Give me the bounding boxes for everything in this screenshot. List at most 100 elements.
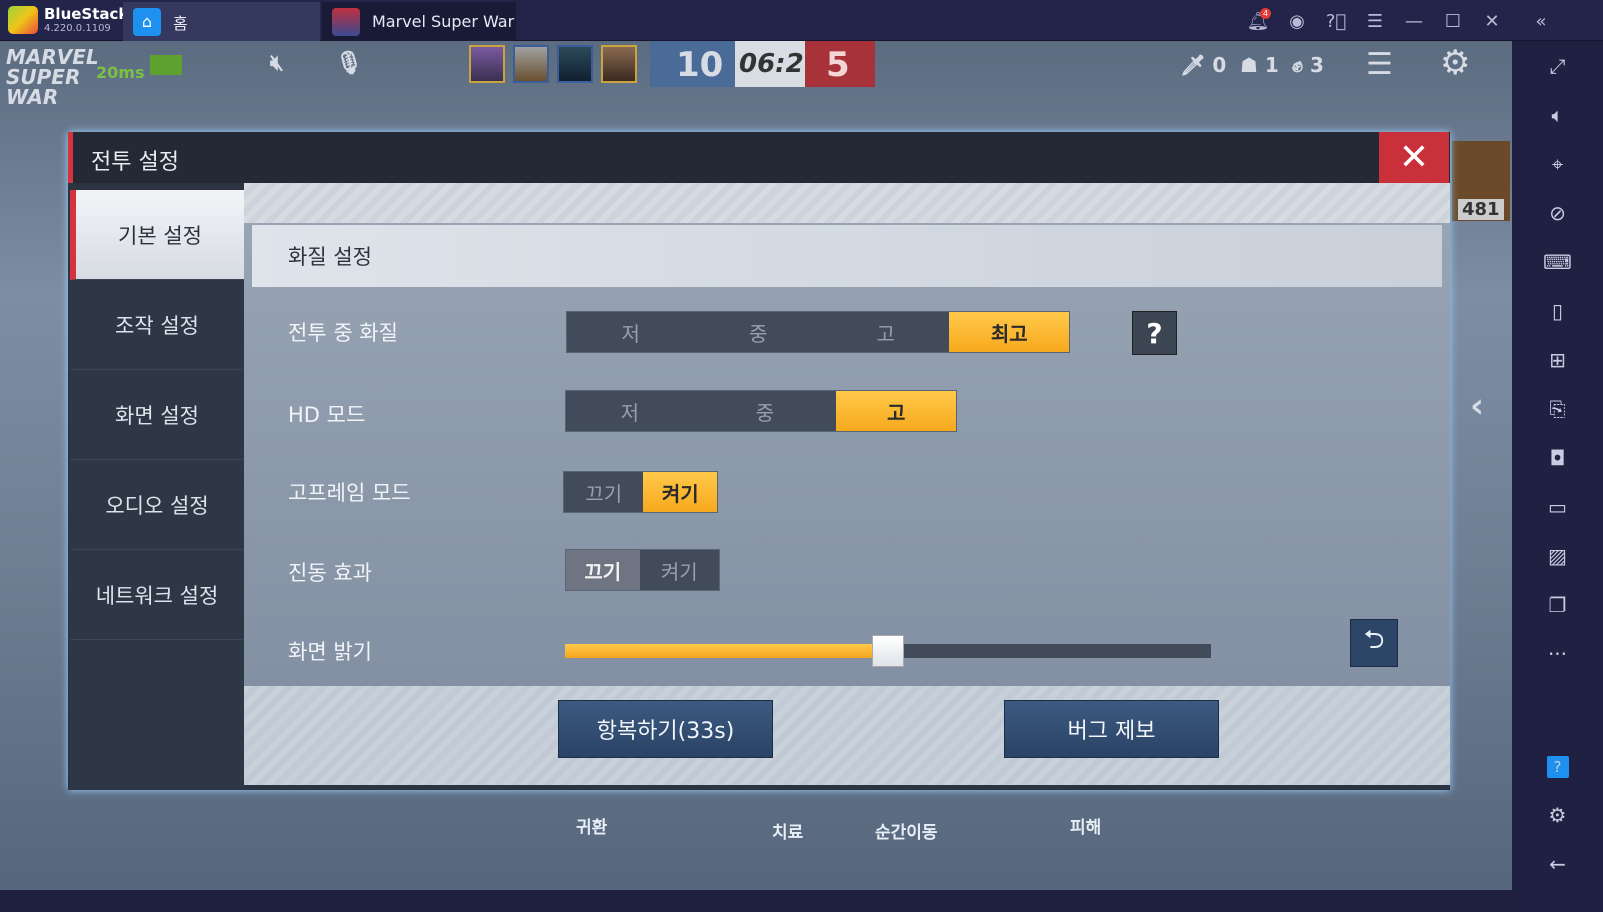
reset-icon[interactable]: ⮌ xyxy=(1350,619,1398,667)
option-low[interactable]: 저 xyxy=(567,312,694,352)
row-label-brightness: 화면 밝기 xyxy=(288,640,372,664)
deaths-value: 1 xyxy=(1264,53,1279,77)
assists: ✊︎ 3 xyxy=(1292,53,1324,77)
more-icon[interactable]: ··· xyxy=(1512,639,1603,669)
skill-recall[interactable]: 귀환 xyxy=(576,813,607,838)
hero-portrait xyxy=(513,45,549,83)
battle-settings-dialog: 전투 설정 ✕ 기본 설정 조작 설정 화면 설정 오디오 설정 네트워크 설정… xyxy=(68,132,1450,790)
skill-damage[interactable]: 피해 xyxy=(1070,813,1101,838)
option-low[interactable]: 저 xyxy=(566,391,694,431)
nav-basic-settings[interactable]: 기본 설정 xyxy=(70,190,244,280)
section-header: 화질 설정 xyxy=(252,225,1442,287)
help-icon[interactable]: ? xyxy=(1512,752,1603,782)
brightness-handle[interactable] xyxy=(872,635,904,667)
game-logo: MARVEL SUPER WAR xyxy=(6,45,99,109)
dialog-footer: 항복하기(33s) 버그 제보 xyxy=(244,686,1450,785)
option-off[interactable]: 끄기 xyxy=(566,550,640,590)
chevron-left-icon[interactable]: ‹ xyxy=(1470,386,1484,426)
right-sidebar: ⤢ 🔈︎ ⌖ ⊘ ⌨ ▯ ⊞ ⎘ ◘ ▭ ▨ ❐ ··· ? ⚙ ← xyxy=(1512,41,1603,912)
row-label-vibration: 진동 효과 xyxy=(288,561,372,585)
settings-content: 화질 설정 전투 중 화질 저 중 고 최고 ? HD 모드 저 중 고 고프레… xyxy=(244,183,1450,785)
assists-value: 3 xyxy=(1309,53,1324,77)
hero-portrait xyxy=(469,45,505,83)
mute-speaker-icon[interactable]: 🔇︎ xyxy=(270,51,284,76)
ping: 20ms xyxy=(96,63,145,82)
nav-audio-settings[interactable]: 오디오 설정 xyxy=(70,460,244,550)
home-icon: ⌂ xyxy=(133,7,161,36)
nav-network-settings[interactable]: 네트워크 설정 xyxy=(70,550,244,640)
game-icon xyxy=(332,7,360,36)
back-icon[interactable]: ← xyxy=(1512,849,1603,879)
bluestacks-logo-icon xyxy=(8,6,38,34)
tab-home[interactable]: ⌂ 홈 xyxy=(123,2,320,41)
dialog-header: 전투 설정 xyxy=(68,132,1450,183)
option-medium[interactable]: 중 xyxy=(694,312,821,352)
option-on[interactable]: 켜기 xyxy=(643,472,717,512)
kills-value: 0 xyxy=(1212,53,1227,77)
title-bar: BlueStacks 4.220.0.1109 ⌂ 홈 Marvel Super… xyxy=(0,0,1603,41)
eye-off-icon[interactable]: ⊘ xyxy=(1512,198,1603,228)
record-icon[interactable]: ▭ xyxy=(1512,492,1603,522)
enemy-score: 5 xyxy=(826,45,850,85)
option-high[interactable]: 고 xyxy=(836,391,956,431)
deaths: ☗ 1 xyxy=(1240,53,1279,77)
volume-icon[interactable]: 🔈︎ xyxy=(1512,100,1603,130)
gallery-icon[interactable]: ▨ xyxy=(1512,541,1603,571)
phone-icon[interactable]: ▯ xyxy=(1512,296,1603,326)
collapse-sidebar-icon[interactable]: « xyxy=(1528,8,1554,34)
row-label-high-frame: 고프레임 모드 xyxy=(288,481,411,505)
row-label-hd-mode: HD 모드 xyxy=(288,403,366,427)
dialog-title: 전투 설정 xyxy=(91,150,179,175)
pointer-icon[interactable]: ⌖ xyxy=(1512,149,1603,179)
quality-selector: 저 중 고 최고 xyxy=(566,311,1070,353)
quality-help-button[interactable]: ? xyxy=(1132,311,1177,355)
brightness-slider[interactable] xyxy=(565,635,1211,667)
app-version: 4.220.0.1109 xyxy=(44,23,111,34)
minimize-icon[interactable]: — xyxy=(1401,8,1427,34)
settings-nav: 기본 설정 조작 설정 화면 설정 오디오 설정 네트워크 설정 xyxy=(70,190,244,790)
gamepad-icon[interactable]: ⊞ xyxy=(1512,345,1603,375)
hero-portrait xyxy=(601,45,637,83)
account-icon[interactable]: ◉ xyxy=(1284,8,1310,34)
option-on[interactable]: 켜기 xyxy=(640,550,719,590)
bug-report-button[interactable]: 버그 제보 xyxy=(1004,700,1219,758)
tab-marvel-super-war[interactable]: Marvel Super War xyxy=(322,2,516,41)
team-score: 10 xyxy=(676,45,724,85)
tab-label: Marvel Super War xyxy=(372,12,515,31)
tab-label: 홈 xyxy=(173,13,188,33)
help-icon[interactable]: ?⃝ xyxy=(1323,8,1349,34)
camera-icon[interactable]: ◘ xyxy=(1512,443,1603,473)
hd-mode-selector: 저 중 고 xyxy=(565,390,957,432)
option-off[interactable]: 끄기 xyxy=(564,472,643,512)
settings-gear-icon[interactable]: ⚙ xyxy=(1440,43,1470,83)
multi-instance-icon[interactable]: ❐ xyxy=(1512,590,1603,620)
fullscreen-icon[interactable]: ⤢ xyxy=(1512,51,1603,81)
shop-gold: 481 xyxy=(1458,199,1504,220)
kills: 🗡︎ 0 xyxy=(1180,53,1227,77)
surrender-button[interactable]: 항복하기(33s) xyxy=(558,700,773,758)
brightness-fill xyxy=(565,644,888,658)
hero-portrait xyxy=(557,45,593,83)
menu-icon[interactable]: ☰ xyxy=(1362,8,1388,34)
option-medium[interactable]: 중 xyxy=(694,391,837,431)
keyboard-icon[interactable]: ⌨ xyxy=(1512,247,1603,277)
option-highest[interactable]: 최고 xyxy=(949,312,1069,352)
nav-display-settings[interactable]: 화면 설정 xyxy=(70,370,244,460)
skill-flash[interactable]: 순간이동 xyxy=(875,818,938,843)
maximize-icon[interactable]: ☐ xyxy=(1440,8,1466,34)
install-apk-icon[interactable]: ⎘ xyxy=(1512,394,1603,424)
close-icon[interactable]: ✕ xyxy=(1479,8,1505,34)
high-frame-toggle: 끄기 켜기 xyxy=(563,471,718,513)
mute-mic-icon[interactable]: 🎙︎ xyxy=(335,51,363,76)
vibration-toggle: 끄기 켜기 xyxy=(565,549,720,591)
close-dialog-button[interactable]: ✕ xyxy=(1379,132,1449,183)
notification-badge: 4 xyxy=(1260,8,1271,19)
option-high[interactable]: 고 xyxy=(822,312,949,352)
list-icon[interactable]: ☰ xyxy=(1366,47,1393,82)
bell-icon[interactable]: 🔔︎ 4 xyxy=(1245,8,1271,34)
skill-heal[interactable]: 치료 xyxy=(772,818,803,843)
settings-icon[interactable]: ⚙ xyxy=(1512,800,1603,830)
battery-icon xyxy=(150,55,182,75)
nav-control-settings[interactable]: 조작 설정 xyxy=(70,280,244,370)
row-label-quality: 전투 중 화질 xyxy=(288,321,398,345)
